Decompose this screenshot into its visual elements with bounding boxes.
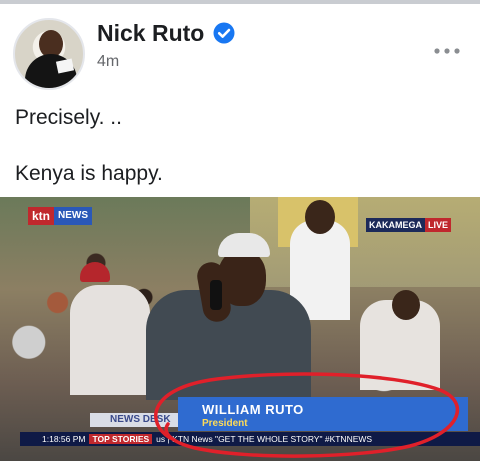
post-text-line-2: Kenya is happy.: [15, 162, 163, 185]
post-header: Nick Ruto 4m: [0, 10, 480, 90]
avatar[interactable]: [13, 18, 85, 90]
ktn-logo-news: NEWS: [54, 207, 92, 225]
more-options-icon[interactable]: [432, 46, 462, 56]
location-label: KAKAMEGA: [366, 218, 425, 232]
post-text: Precisely. .. Kenya is happy.: [15, 104, 163, 188]
crowd-person-right-head: [305, 200, 335, 234]
post-text-line-1: Precisely. ..: [15, 106, 122, 129]
post-timestamp[interactable]: 4m: [97, 53, 119, 71]
red-annotation-circle: [154, 372, 460, 458]
speaker-cap: [218, 233, 270, 257]
verified-badge-icon: [213, 22, 235, 44]
microphone: [210, 280, 222, 310]
ticker-time: 1:18:56 PM: [42, 434, 86, 444]
crowd-person-left: [70, 285, 150, 395]
ktn-news-logo: ktn NEWS: [28, 207, 110, 225]
crowd-person-far-right-head: [392, 290, 420, 320]
live-label: LIVE: [425, 218, 452, 232]
top-divider: [0, 0, 480, 4]
ktn-logo-text: ktn: [28, 207, 54, 225]
author-name[interactable]: Nick Ruto: [97, 20, 204, 47]
location-live-tag: KAKAMEGA LIVE: [366, 218, 452, 232]
